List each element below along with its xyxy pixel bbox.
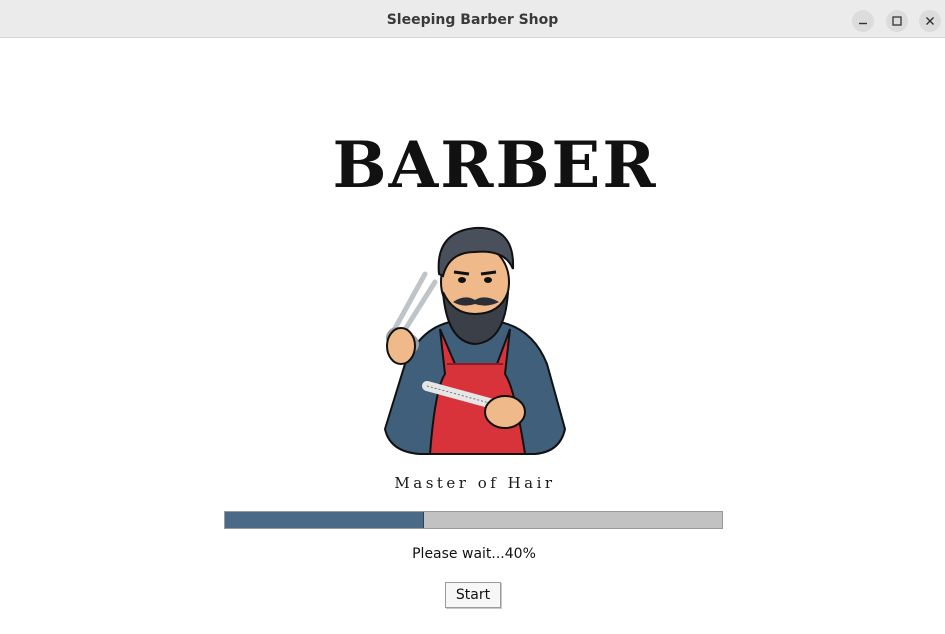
barber-illustration <box>383 226 567 455</box>
progress-status-text: Please wait...40% <box>412 546 536 562</box>
title-bar[interactable]: Sleeping Barber Shop <box>0 0 945 38</box>
progress-fill <box>225 512 424 528</box>
maximize-button[interactable] <box>886 10 908 32</box>
logo-title: BARBER <box>332 128 658 203</box>
app-window: Sleeping Barber Shop BARBER Master of Ha… <box>0 0 945 634</box>
maximize-icon <box>892 16 902 26</box>
tagline: Master of Hair <box>394 474 556 492</box>
start-button[interactable]: Start <box>445 582 501 608</box>
minimize-button[interactable] <box>852 10 874 32</box>
splash-content: BARBER Master of Hair Please wait...40% … <box>0 38 945 634</box>
window-title: Sleeping Barber Shop <box>386 12 559 28</box>
close-icon <box>926 17 934 25</box>
close-button[interactable] <box>919 10 941 32</box>
loading-progress-bar <box>224 511 723 529</box>
minimize-icon <box>859 22 867 25</box>
